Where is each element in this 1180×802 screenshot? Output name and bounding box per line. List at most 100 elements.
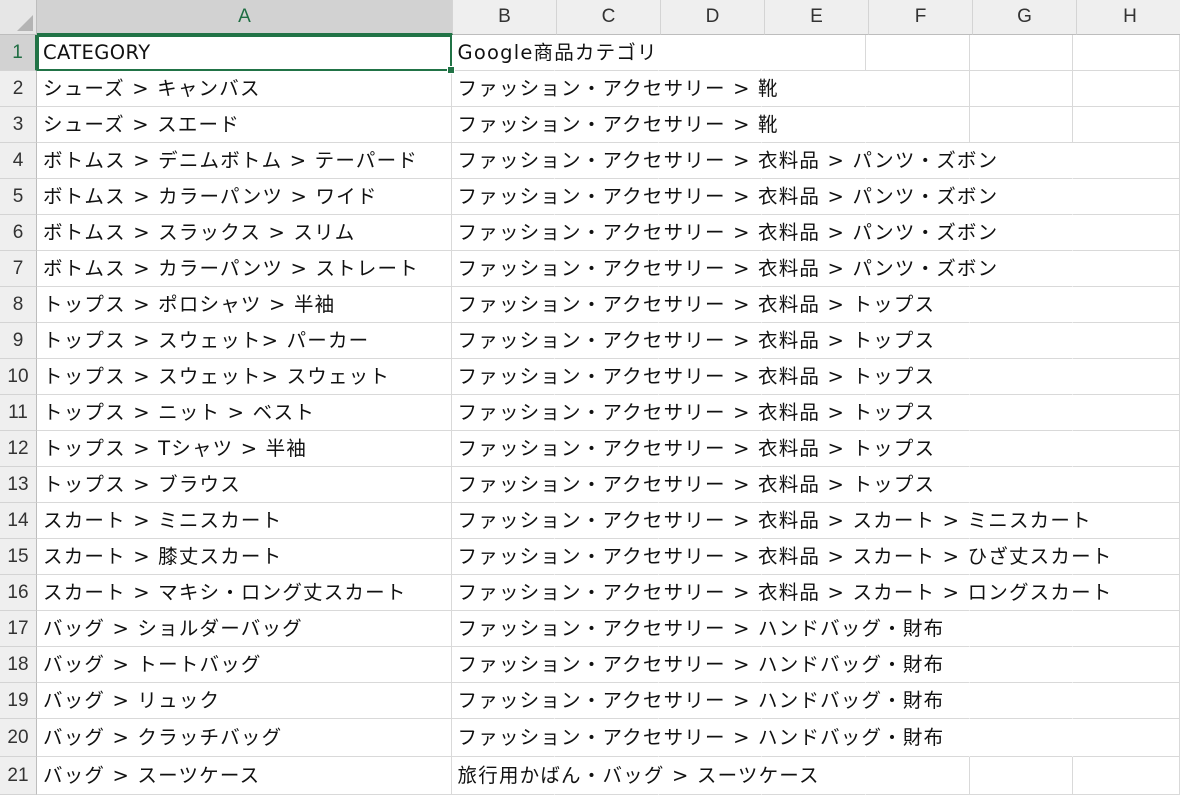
column-header-g[interactable]: G: [973, 0, 1077, 35]
column-header-a[interactable]: A: [37, 0, 453, 35]
cell-a5[interactable]: ボトムス > カラーパンツ > ワイド: [37, 179, 452, 215]
cell-g21[interactable]: [969, 757, 1074, 795]
row-header-15[interactable]: 15: [0, 539, 37, 575]
row-header-6[interactable]: 6: [0, 215, 37, 251]
cell-a2[interactable]: シューズ > キャンバス: [37, 71, 452, 107]
cell-a13[interactable]: トップス > ブラウス: [37, 467, 452, 503]
cell-g19[interactable]: [969, 683, 1074, 719]
cell-a14[interactable]: スカート > ミニスカート: [37, 503, 452, 539]
row-header-16[interactable]: 16: [0, 575, 37, 611]
cell-h8[interactable]: [1073, 287, 1180, 323]
row-header-2[interactable]: 2: [0, 71, 37, 107]
row-header-11[interactable]: 11: [0, 395, 37, 431]
cell-h18[interactable]: [1073, 647, 1180, 683]
cell-h3[interactable]: [1073, 107, 1180, 143]
cell-b9[interactable]: ファッション・アクセサリー > 衣料品 > トップス: [451, 323, 934, 359]
cell-h7[interactable]: [1073, 251, 1180, 287]
row-header-5[interactable]: 5: [0, 179, 37, 215]
cell-a11[interactable]: トップス > ニット > ベスト: [37, 395, 452, 431]
cell-b7[interactable]: ファッション・アクセサリー > 衣料品 > パンツ・ズボン: [451, 251, 997, 287]
row-header-8[interactable]: 8: [0, 287, 37, 323]
cell-h17[interactable]: [1073, 611, 1180, 647]
cell-f2[interactable]: [866, 71, 970, 107]
cell-g3[interactable]: [969, 107, 1074, 143]
cell-g9[interactable]: [969, 323, 1074, 359]
row-header-3[interactable]: 3: [0, 107, 37, 143]
cell-h19[interactable]: [1073, 683, 1180, 719]
cell-h4[interactable]: [1073, 143, 1180, 179]
cell-g17[interactable]: [969, 611, 1074, 647]
select-all-button[interactable]: [0, 0, 37, 35]
cell-a4[interactable]: ボトムス > デニムボトム > テーパード: [37, 143, 452, 179]
column-header-b[interactable]: B: [453, 0, 557, 35]
cell-a20[interactable]: バッグ > クラッチバッグ: [37, 719, 452, 757]
cell-b12[interactable]: ファッション・アクセサリー > 衣料品 > トップス: [451, 431, 934, 467]
row-header-9[interactable]: 9: [0, 323, 37, 359]
cell-a1[interactable]: CATEGORY: [37, 35, 455, 74]
column-header-d[interactable]: D: [661, 0, 765, 35]
cell-g2[interactable]: [969, 71, 1074, 107]
cell-d1[interactable]: [658, 35, 763, 71]
cell-b14[interactable]: ファッション・アクセサリー > 衣料品 > スカート > ミニスカート: [451, 503, 1091, 539]
cell-b1[interactable]: Google商品カテゴリ: [451, 35, 657, 71]
row-header-17[interactable]: 17: [0, 611, 37, 647]
cell-a7[interactable]: ボトムス > カラーパンツ > ストレート: [37, 251, 452, 287]
row-header-12[interactable]: 12: [0, 431, 37, 467]
cell-a15[interactable]: スカート > 膝丈スカート: [37, 539, 452, 575]
cell-h1[interactable]: [1073, 35, 1180, 71]
cell-a18[interactable]: バッグ > トートバッグ: [37, 647, 452, 683]
cell-b19[interactable]: ファッション・アクセサリー > ハンドバッグ・財布: [451, 683, 943, 719]
cell-a3[interactable]: シューズ > スエード: [37, 107, 452, 143]
cell-h2[interactable]: [1073, 71, 1180, 107]
row-header-10[interactable]: 10: [0, 359, 37, 395]
column-header-f[interactable]: F: [869, 0, 973, 35]
row-header-19[interactable]: 19: [0, 683, 37, 719]
cell-f1[interactable]: [866, 35, 970, 71]
cell-h6[interactable]: [1073, 215, 1180, 251]
cell-h11[interactable]: [1073, 395, 1180, 431]
row-header-1[interactable]: 1: [0, 35, 37, 71]
row-header-4[interactable]: 4: [0, 143, 37, 179]
cell-a17[interactable]: バッグ > ショルダーバッグ: [37, 611, 452, 647]
row-header-20[interactable]: 20: [0, 719, 37, 757]
cell-b2[interactable]: ファッション・アクセサリー > 靴: [451, 71, 778, 107]
cell-g13[interactable]: [969, 467, 1074, 503]
row-header-18[interactable]: 18: [0, 647, 37, 683]
cell-b3[interactable]: ファッション・アクセサリー > 靴: [451, 107, 778, 143]
cell-b11[interactable]: ファッション・アクセサリー > 衣料品 > トップス: [451, 395, 934, 431]
cell-b16[interactable]: ファッション・アクセサリー > 衣料品 > スカート > ロングスカート: [451, 575, 1111, 611]
fill-handle[interactable]: [446, 66, 455, 74]
cell-h20[interactable]: [1073, 719, 1180, 757]
cell-b4[interactable]: ファッション・アクセサリー > 衣料品 > パンツ・ズボン: [451, 143, 997, 179]
cell-b13[interactable]: ファッション・アクセサリー > 衣料品 > トップス: [451, 467, 934, 503]
cell-b5[interactable]: ファッション・アクセサリー > 衣料品 > パンツ・ズボン: [451, 179, 997, 215]
cell-f21[interactable]: [866, 757, 970, 795]
column-header-e[interactable]: E: [765, 0, 869, 35]
cell-a16[interactable]: スカート > マキシ・ロング丈スカート: [37, 575, 452, 611]
cell-g1[interactable]: [969, 35, 1074, 71]
cell-b15[interactable]: ファッション・アクセサリー > 衣料品 > スカート > ひざ丈スカート: [451, 539, 1111, 575]
cell-b18[interactable]: ファッション・アクセサリー > ハンドバッグ・財布: [451, 647, 943, 683]
cell-g12[interactable]: [969, 431, 1074, 467]
cell-a12[interactable]: トップス > Tシャツ > 半袖: [37, 431, 452, 467]
cell-a19[interactable]: バッグ > リュック: [37, 683, 452, 719]
cell-h10[interactable]: [1073, 359, 1180, 395]
cell-b10[interactable]: ファッション・アクセサリー > 衣料品 > トップス: [451, 359, 934, 395]
cell-b20[interactable]: ファッション・アクセサリー > ハンドバッグ・財布: [451, 719, 943, 757]
cell-g18[interactable]: [969, 647, 1074, 683]
cell-h5[interactable]: [1073, 179, 1180, 215]
row-header-21[interactable]: 21: [0, 757, 37, 795]
cell-a8[interactable]: トップス > ポロシャツ > 半袖: [37, 287, 452, 323]
row-header-7[interactable]: 7: [0, 251, 37, 287]
cell-g10[interactable]: [969, 359, 1074, 395]
column-header-c[interactable]: C: [557, 0, 661, 35]
cell-h9[interactable]: [1073, 323, 1180, 359]
cell-a10[interactable]: トップス > スウェット> スウェット: [37, 359, 452, 395]
cell-b21[interactable]: 旅行用かばん・バッグ > スーツケース: [451, 757, 819, 795]
cell-a6[interactable]: ボトムス > スラックス > スリム: [37, 215, 452, 251]
cell-b6[interactable]: ファッション・アクセサリー > 衣料品 > パンツ・ズボン: [451, 215, 997, 251]
cell-a9[interactable]: トップス > スウェット> パーカー: [37, 323, 452, 359]
row-header-14[interactable]: 14: [0, 503, 37, 539]
cell-f3[interactable]: [866, 107, 970, 143]
cell-h13[interactable]: [1073, 467, 1180, 503]
